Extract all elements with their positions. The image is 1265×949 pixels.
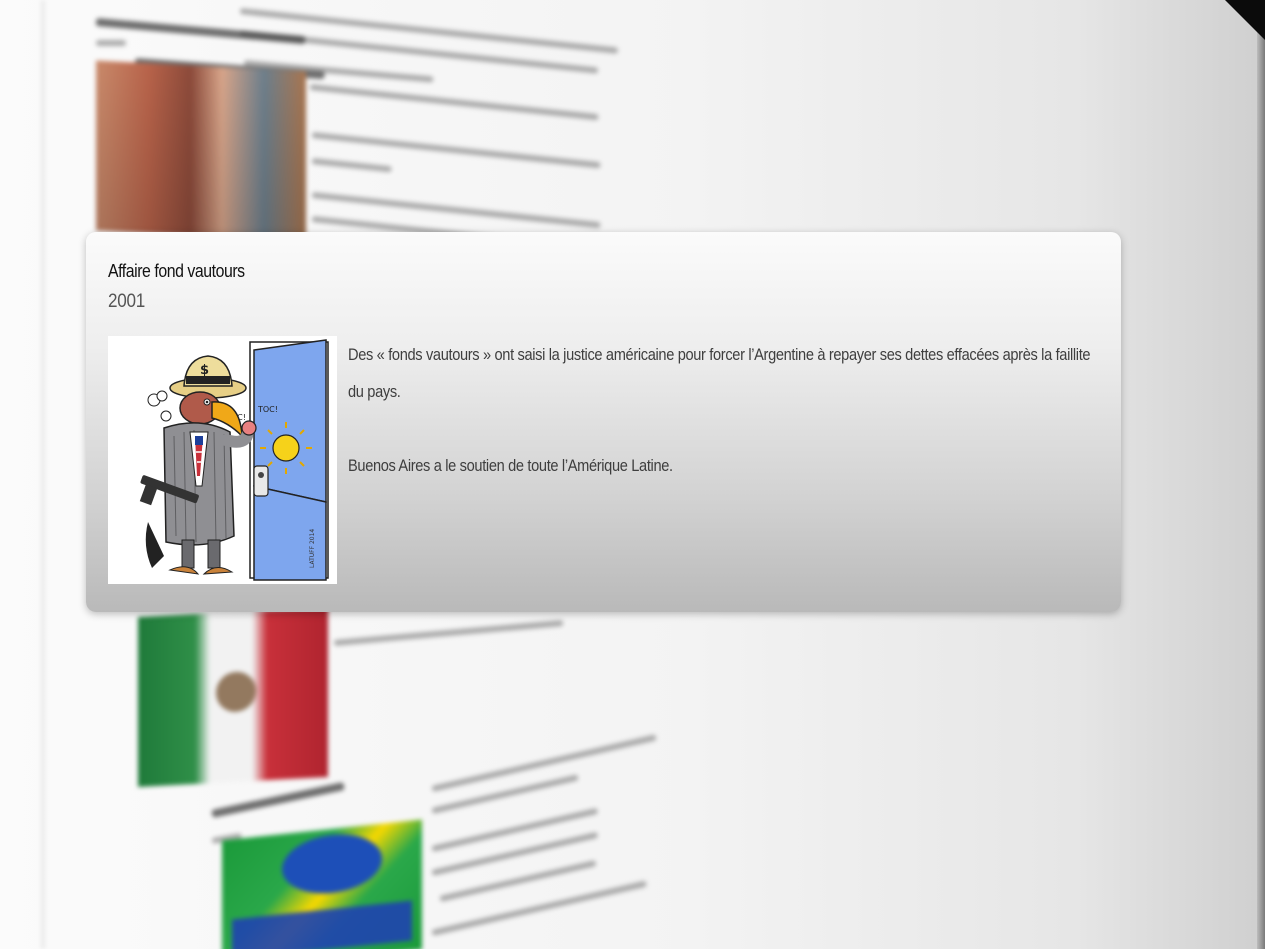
vulture-cartoon-icon: TOC! TOC! $ bbox=[108, 336, 337, 584]
corner-shadow bbox=[1225, 0, 1265, 40]
background-thumbnail-fome-zero bbox=[222, 819, 422, 949]
blurred-page-background: Affaire fond vautours 2001 TOC! $ LATUFF… bbox=[0, 0, 1265, 949]
description-paragraph: Buenos Aires a le soutien de toute l’Amé… bbox=[348, 456, 673, 475]
background-thumbnail-town bbox=[96, 60, 306, 242]
description-paragraph: Des « fonds vautours » ont saisi la just… bbox=[348, 345, 1091, 401]
page-right-edge bbox=[1257, 0, 1265, 949]
event-year: 2001 bbox=[108, 291, 145, 312]
background-thumbnail-mexico bbox=[138, 607, 328, 787]
svg-text:$: $ bbox=[200, 363, 209, 378]
event-title: Affaire fond vautours bbox=[108, 261, 245, 281]
svg-text:LATUFF 2014: LATUFF 2014 bbox=[309, 529, 316, 568]
vulture-cartoon-image[interactable]: TOC! TOC! $ bbox=[108, 336, 337, 584]
event-detail-card[interactable]: Affaire fond vautours 2001 TOC! $ LATUFF… bbox=[86, 232, 1121, 612]
knock-text: TOC! bbox=[257, 405, 278, 414]
event-description: Des « fonds vautours » ont saisi la just… bbox=[348, 336, 1098, 521]
page-edge-shadow bbox=[40, 0, 46, 949]
